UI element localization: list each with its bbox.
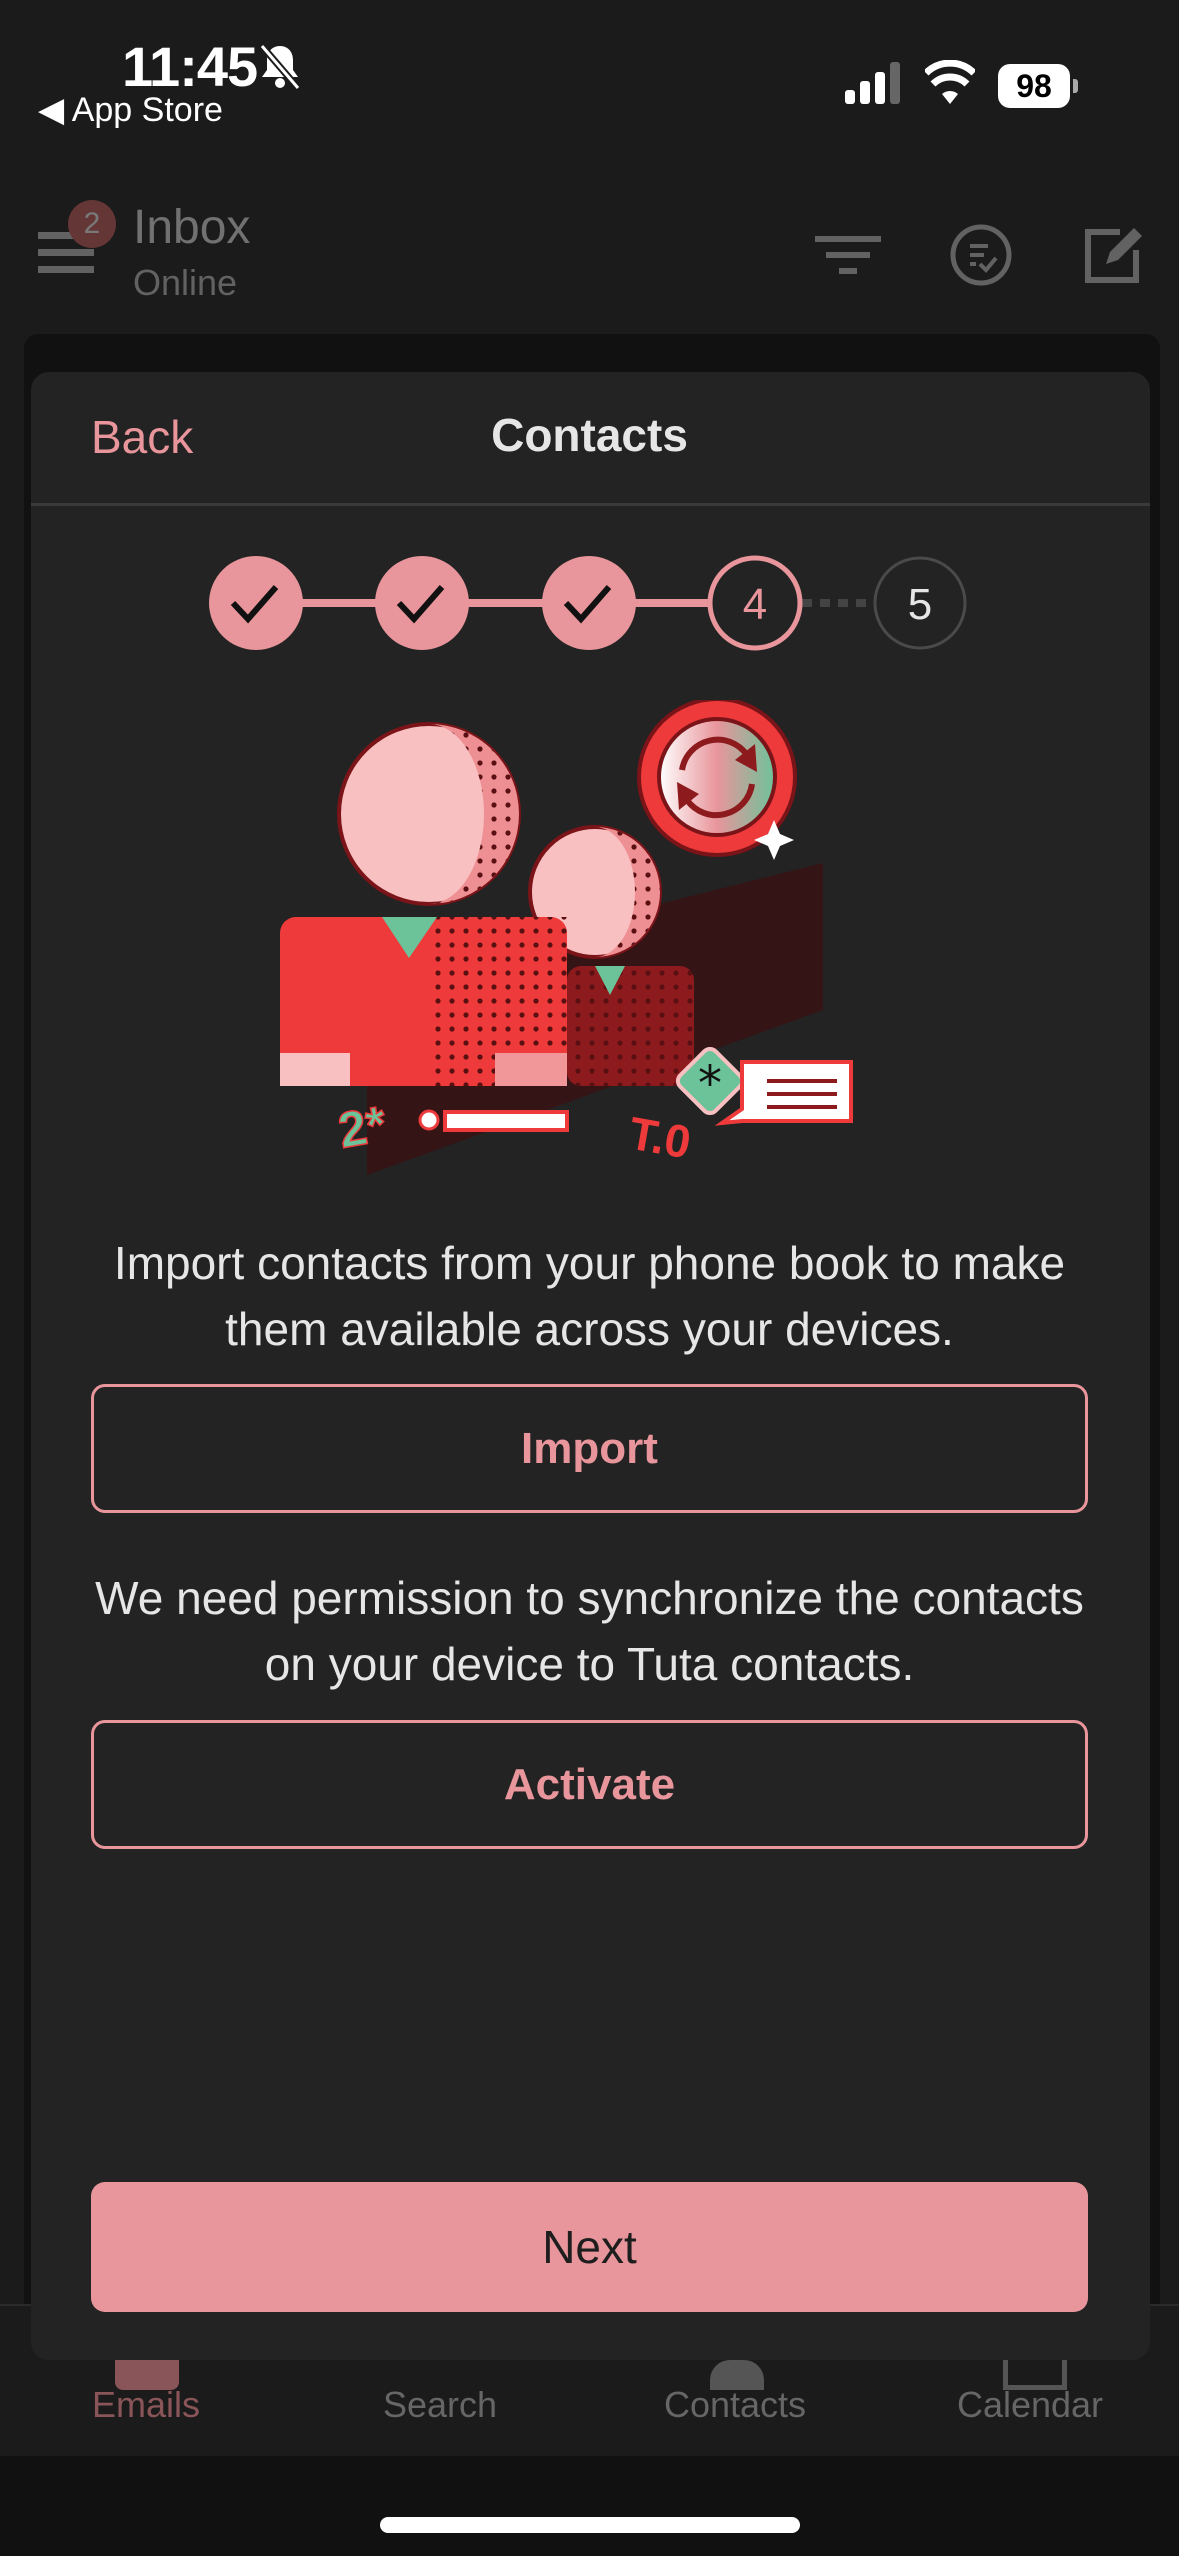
message-icon: [714, 1060, 853, 1126]
svg-text:*: *: [698, 1056, 722, 1112]
tab-calendar[interactable]: Calendar: [890, 2384, 1170, 2426]
step-4-label: 4: [743, 580, 767, 629]
contacts-sync-illustration: * 2* T.0: [280, 700, 853, 1175]
step-2-done: [375, 556, 469, 650]
step-3-done: [542, 556, 636, 650]
activate-button[interactable]: Activate: [91, 1720, 1088, 1849]
sync-permission-description: We need permission to synchronize the co…: [95, 1572, 1084, 1690]
next-button[interactable]: Next: [91, 2182, 1088, 2312]
step-5-label: 5: [908, 580, 932, 629]
step-1-done: [209, 556, 303, 650]
decor-text-right: T.0: [625, 1107, 694, 1169]
import-description: Import contacts from your phone book to …: [113, 1237, 1066, 1355]
tab-search[interactable]: Search: [300, 2384, 580, 2426]
tab-emails[interactable]: Emails: [6, 2384, 286, 2426]
home-indicator-area: [0, 2456, 1179, 2556]
home-indicator[interactable]: [380, 2517, 800, 2533]
tab-contacts[interactable]: Contacts: [595, 2384, 875, 2426]
progress-stepper: 4 5: [209, 555, 967, 651]
import-button[interactable]: Import: [91, 1384, 1088, 1513]
